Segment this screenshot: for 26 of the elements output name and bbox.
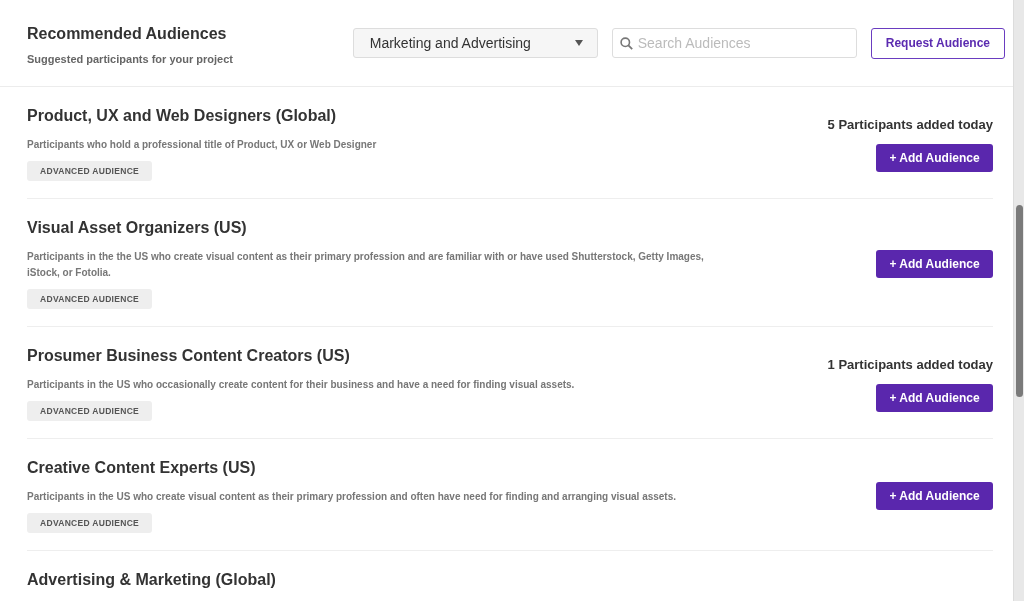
participants-added-count: 5 Participants added today xyxy=(827,116,993,132)
participants-added-count: 1 Participants added today xyxy=(827,356,993,372)
audience-description: Participants who hold a professional title of Product, UX or Web Designer xyxy=(27,138,377,152)
page-subtitle: Suggested participants for your project xyxy=(27,53,234,65)
audience-tag: ADVANCED AUDIENCE xyxy=(27,513,153,533)
add-audience-button[interactable]: + Add Audience xyxy=(876,383,993,412)
audience-title: Creative Content Experts (US) xyxy=(27,459,256,477)
audience-title: Prosumer Business Content Creators (US) xyxy=(27,347,350,365)
search-field[interactable]: Search Audiences xyxy=(611,28,857,58)
audience-description: Participants in the US who occasionally create content for their business and have a need for finding visual assets. xyxy=(27,378,575,392)
audience-tag: ADVANCED AUDIENCE xyxy=(27,289,153,309)
scrollbar-thumb[interactable] xyxy=(1016,205,1023,397)
audience-tag: ADVANCED AUDIENCE xyxy=(27,161,153,181)
audience-title: Visual Asset Organizers (US) xyxy=(27,219,247,237)
audience-title: Product, UX and Web Designers (Global) xyxy=(27,107,337,125)
audience-description: Participants in the US who create visual content as their primary profession and often have need for finding and arranging visual assets. xyxy=(27,490,677,504)
category-dropdown[interactable]: Marketing and Advertising xyxy=(352,28,598,58)
audience-tag: ADVANCED AUDIENCE xyxy=(27,401,153,421)
add-audience-button[interactable]: + Add Audience xyxy=(876,250,993,278)
add-audience-button[interactable]: + Add Audience xyxy=(876,482,993,510)
caret-icon xyxy=(574,40,583,46)
page-title: Recommended Audiences xyxy=(27,25,228,43)
audience-description: Participants in the the US who create visual content as their primary profession and are familiar with or have used Shutterstock, Getty Images, iStock, or Fotolia. xyxy=(27,250,705,280)
add-audience-button[interactable]: + Add Audience xyxy=(876,143,993,172)
request-audience-button[interactable]: Request Audience xyxy=(870,27,1005,59)
audience-title: Advertising & Marketing (Global) xyxy=(27,571,276,589)
